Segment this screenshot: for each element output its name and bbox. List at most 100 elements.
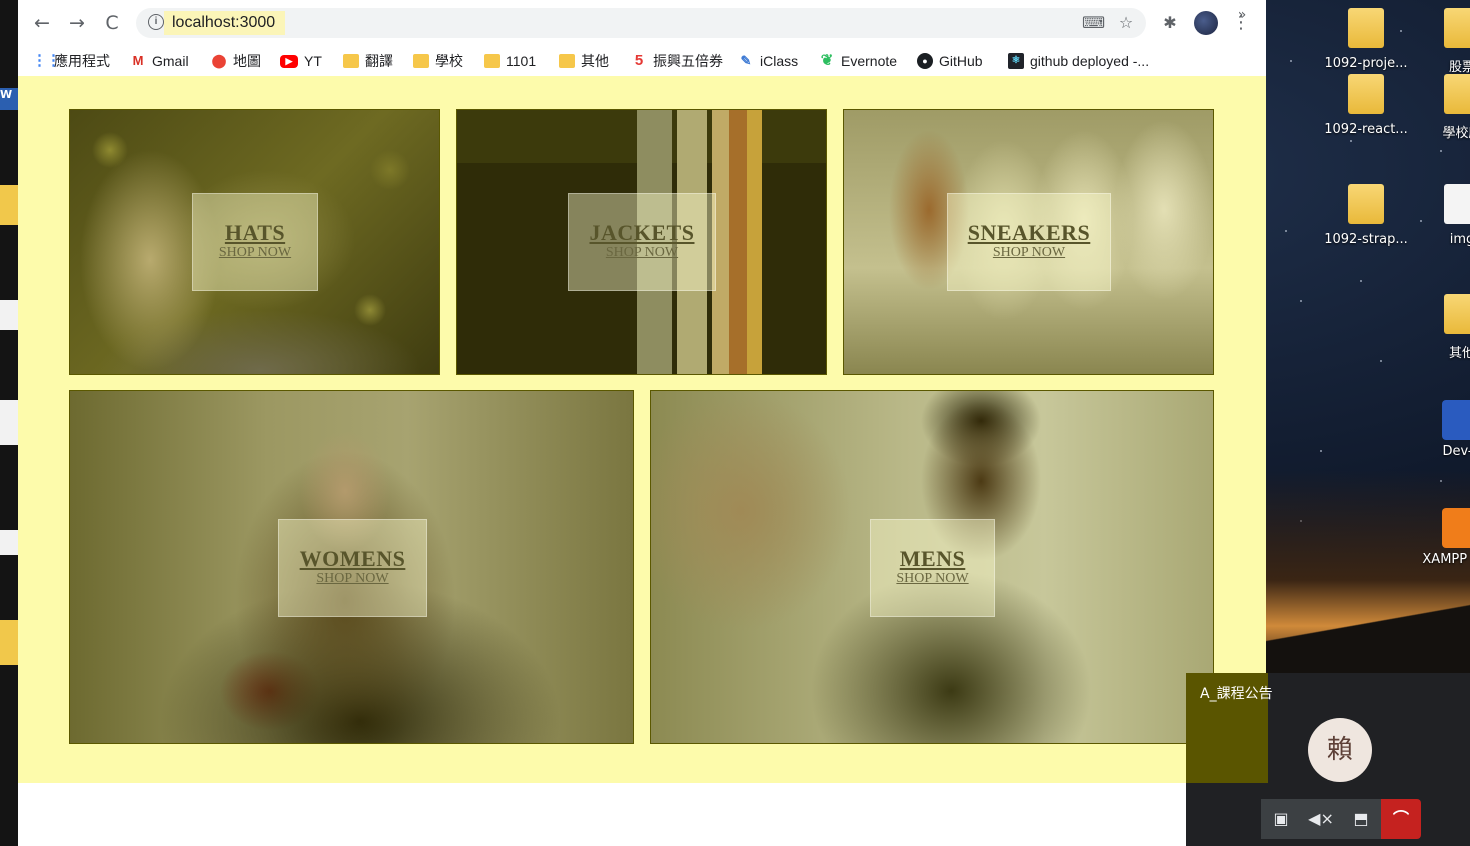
bookmark-item[interactable]: ⋮⋮ 應用程式	[32, 50, 110, 72]
bookmark-label: github deployed -...	[1030, 53, 1150, 69]
bookmark-label: 其他	[581, 53, 609, 69]
menu-item-hats[interactable]: HATS SHOP NOW	[69, 109, 440, 375]
bookmark-label: Evernote	[841, 53, 898, 69]
bookmark-item[interactable]: 5 振興五倍券	[631, 50, 723, 72]
bookmark-icon	[343, 54, 359, 68]
bookmark-icon: ●	[917, 53, 933, 69]
folder-icon	[1348, 184, 1384, 224]
file-icon	[1444, 184, 1470, 224]
desktop-icon[interactable]: img	[1412, 184, 1470, 247]
bookmark-label: 振興五倍券	[653, 53, 723, 69]
desktop-icon[interactable]: 1092-react...	[1316, 74, 1416, 137]
jackets-title[interactable]: JACKETS	[590, 222, 695, 244]
menu-item-sneakers[interactable]: SNEAKERS SHOP NOW	[843, 109, 1214, 375]
desktop-icon[interactable]: 其他	[1412, 294, 1470, 361]
sneakers-content[interactable]: SNEAKERS SHOP NOW	[947, 193, 1111, 291]
file-icon	[0, 530, 18, 555]
profile-avatar[interactable]	[1194, 11, 1218, 35]
desktop-icon[interactable]: 股票	[1412, 8, 1470, 75]
bookmark-item[interactable]: 翻譯	[343, 50, 393, 72]
womens-shop-now[interactable]: SHOP NOW	[316, 570, 388, 588]
jackets-shop-now[interactable]: SHOP NOW	[606, 244, 678, 262]
bookmark-label: 地圖	[233, 53, 261, 69]
desktop-icon-label: Dev-C	[1442, 444, 1470, 459]
bookmark-item[interactable]: ✎ iClass	[738, 50, 799, 72]
extensions-icon[interactable]: ✱	[1158, 11, 1182, 35]
hats-title[interactable]: HATS	[225, 222, 285, 244]
star	[1360, 280, 1362, 282]
menu-item-jackets[interactable]: JACKETS SHOP NOW	[456, 109, 827, 375]
bookmark-item[interactable]: ❦ Evernote	[819, 50, 897, 72]
desktop-icon-label: img	[1449, 232, 1470, 247]
mute-icon[interactable]: ◀×	[1301, 799, 1341, 839]
meet-pip-window[interactable]: A_課程公告 賴 ▣ ◀× ⬒ ⌒	[1186, 673, 1470, 846]
bookmark-label: 翻譯	[365, 53, 393, 69]
url-text[interactable]: localhost:3000	[164, 11, 286, 35]
sneakers-title[interactable]: SNEAKERS	[968, 222, 1091, 244]
mens-title[interactable]: MENS	[900, 548, 966, 570]
address-bar[interactable]: i localhost:3000 ⌨ ☆	[136, 8, 1146, 38]
present-icon[interactable]: ⬒	[1341, 799, 1381, 839]
bookmark-item[interactable]: 其他	[559, 50, 609, 72]
desktop-icon[interactable]: Dev-C	[1412, 400, 1470, 459]
bookmark-icon: ⚛	[1008, 53, 1024, 69]
star	[1440, 150, 1442, 152]
womens-title[interactable]: WOMENS	[300, 548, 406, 570]
translate-icon[interactable]: ⌨	[1082, 13, 1105, 33]
sneakers-shop-now[interactable]: SHOP NOW	[993, 244, 1065, 262]
back-icon[interactable]: ←	[30, 11, 54, 35]
hats-content[interactable]: HATS SHOP NOW	[192, 193, 318, 291]
desktop-icon[interactable]: 學校所	[1412, 74, 1470, 141]
bookmark-item[interactable]: 1101	[484, 50, 536, 72]
word-icon: W	[0, 88, 18, 110]
bookmark-icon	[559, 54, 575, 68]
bookmark-item[interactable]: ▶ YT	[280, 50, 322, 72]
more-bookmarks-icon[interactable]: »	[1232, 4, 1252, 26]
info-icon[interactable]: i	[148, 14, 164, 30]
end-call-icon[interactable]: ⌒	[1381, 799, 1421, 839]
mens-shop-now[interactable]: SHOP NOW	[896, 570, 968, 588]
browser-toolbar: ← → C i localhost:3000 ⌨ ☆ ✱ ⋮	[18, 0, 1266, 46]
folder-icon	[0, 620, 18, 665]
bookmark-icon: ⬤	[211, 53, 227, 68]
bookmark-item[interactable]: ⚛ github deployed -...	[1008, 50, 1149, 72]
bookmark-label: 應用程式	[54, 53, 110, 69]
desktop-icon[interactable]: 1092-strap...	[1316, 184, 1416, 247]
mens-content[interactable]: MENS SHOP NOW	[870, 519, 995, 617]
bookmark-item[interactable]: M Gmail	[130, 50, 189, 72]
folder-icon	[1444, 8, 1470, 48]
desktop-icon-label: 其他	[1448, 346, 1470, 361]
page-content: HATS SHOP NOW JACKETS SHOP NOW SNEAKERS …	[18, 76, 1266, 846]
jackets-content[interactable]: JACKETS SHOP NOW	[568, 193, 716, 291]
devc-icon	[1442, 400, 1470, 440]
womens-content[interactable]: WOMENS SHOP NOW	[278, 519, 427, 617]
bookmark-item[interactable]: ⬤ 地圖	[211, 50, 261, 72]
camera-off-icon[interactable]: ▣	[1261, 799, 1301, 839]
menu-item-womens[interactable]: WOMENS SHOP NOW	[69, 390, 634, 744]
left-desktop-strip: W	[0, 0, 18, 846]
desktop-mountains	[1266, 590, 1470, 680]
star	[1290, 60, 1292, 62]
star	[1380, 360, 1382, 362]
reload-icon[interactable]: C	[100, 11, 124, 35]
menu-item-mens[interactable]: MENS SHOP NOW	[650, 390, 1214, 744]
star	[1320, 450, 1322, 452]
desktop-icon-label: 1092-proje...	[1324, 56, 1408, 71]
browser-window: ← → C i localhost:3000 ⌨ ☆ ✱ ⋮ ⋮⋮ 應用程式 M Gm…	[18, 0, 1266, 846]
star-icon[interactable]: ☆	[1116, 13, 1136, 33]
bookmark-icon: ⋮⋮	[32, 52, 61, 69]
desktop-icon-label: 1092-strap...	[1324, 232, 1408, 247]
desktop-icon-label: 股票	[1448, 60, 1470, 75]
forward-icon[interactable]: →	[65, 11, 89, 35]
star	[1350, 140, 1352, 142]
desktop-icon-label: 1092-react...	[1324, 122, 1408, 137]
bookmark-item[interactable]: 學校	[413, 50, 463, 72]
desktop-icon-label: 學校所	[1442, 126, 1470, 141]
bookmark-item[interactable]: ● GitHub	[917, 50, 983, 72]
meet-avatar: 賴	[1308, 718, 1372, 782]
bookmark-label: GitHub	[939, 53, 983, 69]
desktop-icon[interactable]: XAMPP Cont	[1412, 508, 1470, 567]
desktop-icon[interactable]: 1092-proje...	[1316, 8, 1416, 71]
xampp-icon	[1442, 508, 1470, 548]
hats-shop-now[interactable]: SHOP NOW	[219, 244, 291, 262]
